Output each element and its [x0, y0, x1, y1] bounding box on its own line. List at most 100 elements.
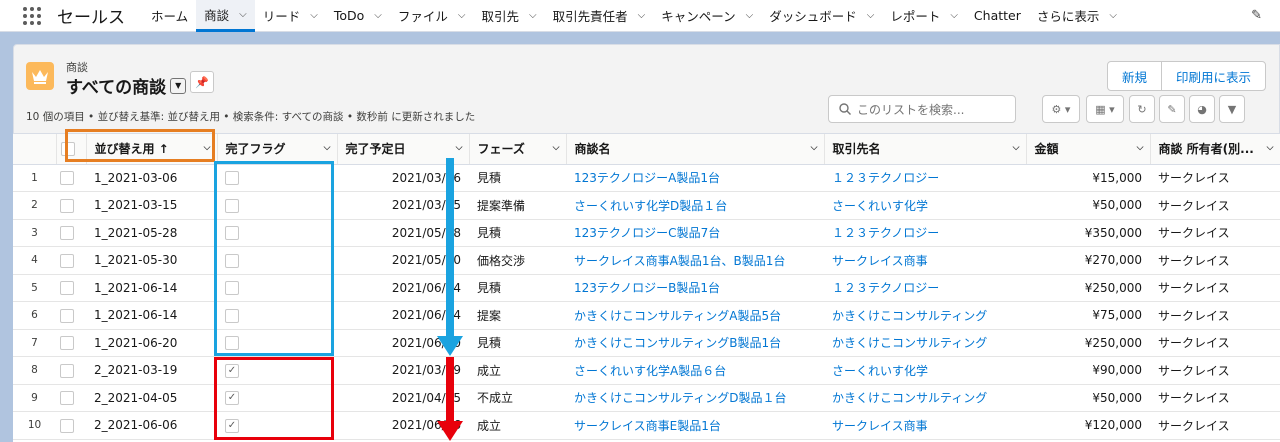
- chevron-down-icon[interactable]: ⌵: [529, 10, 537, 21]
- account-name-link[interactable]: かきくけこコンサルティング: [824, 301, 1026, 330]
- row-select-cell[interactable]: [56, 329, 86, 357]
- account-name-link[interactable]: サークレイス商事: [824, 246, 1026, 275]
- opportunity-name-link[interactable]: かきくけこコンサルティングD製品１台: [566, 384, 824, 412]
- nav-tab[interactable]: ダッシュボード ⌵: [761, 0, 882, 32]
- account-name-link[interactable]: １２３テクノロジー: [824, 274, 1026, 302]
- complete-flag-checkbox: [225, 226, 239, 240]
- nav-tab[interactable]: 取引先 ⌵: [474, 0, 545, 32]
- chevron-down-icon[interactable]: ⌵: [324, 143, 331, 153]
- nav-tab[interactable]: キャンペーン ⌵: [653, 0, 761, 32]
- opportunity-name-link[interactable]: さーくれいす化学D製品１台: [566, 191, 824, 220]
- chevron-down-icon[interactable]: ⌵: [746, 10, 754, 21]
- list-search-input[interactable]: このリストを検索...: [828, 95, 1016, 123]
- nav-tab[interactable]: レポート ⌵: [882, 0, 966, 32]
- row-select-cell[interactable]: [56, 191, 86, 220]
- chevron-down-icon[interactable]: ⌵: [867, 10, 875, 21]
- chevron-down-icon[interactable]: ⌵: [1109, 10, 1117, 21]
- row-select-checkbox[interactable]: [60, 198, 74, 213]
- row-select-checkbox[interactable]: [60, 226, 74, 240]
- column-header[interactable]: 取引先名 ⌵: [824, 134, 1027, 165]
- chevron-down-icon[interactable]: ⌵: [310, 10, 318, 21]
- row-select-checkbox[interactable]: [60, 171, 74, 185]
- opportunity-name-link[interactable]: サークレイス商事A製品1台、B製品1台: [566, 246, 824, 275]
- opportunity-name-link[interactable]: サークレイス商事E製品1台: [566, 411, 824, 440]
- new-button[interactable]: 新規: [1108, 62, 1161, 90]
- chevron-down-icon[interactable]: ⌵: [239, 9, 247, 20]
- opportunity-name-link[interactable]: かきくけこコンサルティングA製品5台: [566, 301, 824, 330]
- nav-tab[interactable]: ToDo ⌵: [326, 0, 390, 32]
- row-select-checkbox[interactable]: [60, 308, 74, 323]
- row-select-checkbox[interactable]: [60, 336, 74, 350]
- column-header[interactable]: 完了予定日 ⌵: [337, 134, 470, 165]
- print-view-button[interactable]: 印刷用に表示: [1160, 62, 1265, 90]
- row-select-cell[interactable]: [56, 301, 86, 330]
- filter-icon[interactable]: ▼: [1219, 95, 1245, 123]
- edit-icon[interactable]: ✎: [1159, 95, 1185, 123]
- account-name-link[interactable]: １２３テクノロジー: [824, 219, 1026, 247]
- chevron-down-icon[interactable]: ⌵: [553, 143, 560, 153]
- list-meta-info: 10 個の項目 • 並び替え基準: 並び替え用 • 検索条件: すべての商談 •…: [26, 111, 476, 123]
- chevron-down-icon[interactable]: ⌵: [811, 143, 818, 153]
- row-select-cell[interactable]: [56, 411, 86, 440]
- table-display-icon[interactable]: ▦ ▾: [1086, 95, 1124, 123]
- pin-icon[interactable]: 📌: [190, 71, 214, 93]
- chevron-down-icon[interactable]: ⌵: [374, 10, 382, 21]
- column-header[interactable]: 並び替え用 ↑ ⌵: [86, 134, 218, 165]
- row-select-checkbox[interactable]: [60, 391, 74, 405]
- opportunity-name-link[interactable]: かきくけこコンサルティングB製品1台: [566, 329, 824, 357]
- nav-tab[interactable]: Chatter: [966, 0, 1029, 32]
- account-name-link[interactable]: さーくれいす化学: [824, 356, 1026, 385]
- opportunity-name-link[interactable]: 123テクノロジーB製品1台: [566, 274, 824, 302]
- amount-cell: ¥75,000: [1026, 301, 1150, 330]
- row-select-cell[interactable]: [56, 219, 86, 247]
- list-view-title[interactable]: すべての商談 ▼: [66, 73, 187, 98]
- chevron-down-icon[interactable]: ⌵: [950, 10, 958, 21]
- row-select-cell[interactable]: [56, 164, 86, 192]
- edit-nav-icon[interactable]: ✎: [1251, 8, 1262, 23]
- chevron-down-icon[interactable]: ⌵: [458, 10, 466, 21]
- row-select-cell[interactable]: [56, 356, 86, 385]
- settings-gear-icon[interactable]: ⚙ ▾: [1042, 95, 1080, 123]
- owner-cell: サークレイス: [1150, 301, 1280, 330]
- column-header[interactable]: フェーズ ⌵: [469, 134, 567, 165]
- chevron-down-icon[interactable]: ⌵: [1137, 143, 1144, 153]
- account-name-link[interactable]: さーくれいす化学: [824, 191, 1026, 220]
- row-select-cell[interactable]: [56, 384, 86, 412]
- row-select-cell[interactable]: [56, 246, 86, 275]
- nav-tab[interactable]: 商談 ⌵: [196, 0, 255, 32]
- row-select-checkbox[interactable]: [60, 281, 74, 295]
- column-header[interactable]: 商談 所有者(別... ⌵: [1150, 134, 1280, 165]
- opportunity-name-link[interactable]: さーくれいす化学A製品６台: [566, 356, 824, 385]
- select-all-header[interactable]: [56, 134, 87, 165]
- account-name-link[interactable]: サークレイス商事: [824, 411, 1026, 440]
- chevron-down-icon[interactable]: ⌵: [204, 143, 211, 153]
- account-name-link[interactable]: １２３テクノロジー: [824, 164, 1026, 192]
- row-select-checkbox[interactable]: [60, 363, 74, 378]
- column-header[interactable]: 商談名 ⌵: [566, 134, 825, 165]
- nav-tab[interactable]: リード ⌵: [255, 0, 326, 32]
- row-select-cell[interactable]: [56, 274, 86, 302]
- opportunity-name-link[interactable]: 123テクノロジーC製品7台: [566, 219, 824, 247]
- app-launcher-icon[interactable]: [23, 6, 41, 25]
- column-header[interactable]: 金額 ⌵: [1026, 134, 1151, 165]
- chart-icon[interactable]: ◕: [1189, 95, 1215, 123]
- row-select-checkbox[interactable]: [60, 418, 74, 433]
- refresh-icon[interactable]: ↻: [1129, 95, 1155, 123]
- nav-tab[interactable]: さらに表示 ⌵: [1029, 0, 1125, 32]
- column-header[interactable]: 完了フラグ ⌵: [217, 134, 338, 165]
- nav-tab[interactable]: 取引先責任者 ⌵: [545, 0, 654, 32]
- amount-cell: ¥50,000: [1026, 384, 1150, 412]
- chevron-down-icon[interactable]: ⌵: [1267, 143, 1274, 153]
- chevron-down-icon[interactable]: ⌵: [1013, 143, 1020, 153]
- account-name-link[interactable]: かきくけこコンサルティング: [824, 329, 1026, 357]
- row-select-checkbox[interactable]: [60, 253, 74, 268]
- nav-tab[interactable]: ホーム: [143, 0, 196, 32]
- opportunity-name-link[interactable]: 123テクノロジーA製品1台: [566, 164, 824, 192]
- nav-tab[interactable]: ファイル ⌵: [390, 0, 474, 32]
- select-all-checkbox[interactable]: [60, 142, 75, 156]
- chevron-down-icon[interactable]: ▼: [170, 77, 187, 94]
- chevron-down-icon[interactable]: ⌵: [456, 143, 463, 153]
- sort-key-cell: 1_2021-03-15: [86, 191, 217, 220]
- account-name-link[interactable]: かきくけこコンサルティング: [824, 384, 1026, 412]
- chevron-down-icon[interactable]: ⌵: [638, 10, 646, 21]
